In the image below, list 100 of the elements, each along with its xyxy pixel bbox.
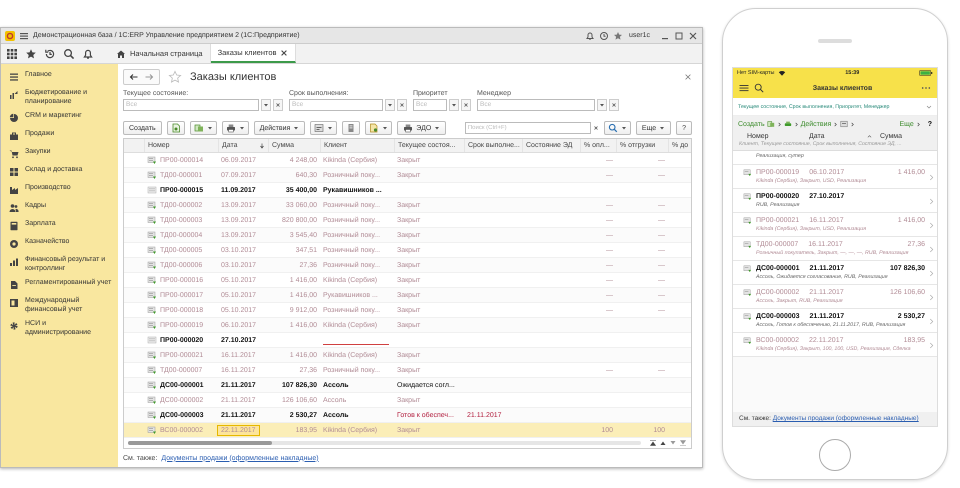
caret-icon <box>293 125 300 132</box>
caret-icon <box>206 125 213 132</box>
star-outline-icon[interactable] <box>168 70 182 84</box>
attach-button[interactable] <box>365 121 392 136</box>
close-icon <box>611 102 617 108</box>
posted-document-icon <box>743 192 752 201</box>
growth-chart-icon <box>9 90 19 100</box>
caret-icon <box>620 125 627 132</box>
calculator-icon <box>9 221 19 231</box>
close-icon[interactable] <box>688 30 698 40</box>
chevron-right-icon <box>929 318 934 326</box>
last-page-icon[interactable] <box>679 439 687 448</box>
caret-icon <box>451 102 457 108</box>
chevron-right-icon <box>776 122 782 126</box>
chevron-right-icon <box>929 246 934 254</box>
history-icon[interactable] <box>44 48 56 60</box>
chevron-right-icon <box>929 174 934 182</box>
clear-button[interactable] <box>609 98 619 111</box>
chevron-right-icon <box>929 294 934 302</box>
navigation-buttons[interactable] <box>123 68 160 85</box>
pie-chart-icon <box>9 113 19 123</box>
copy-button[interactable] <box>166 121 185 136</box>
posted-document-icon <box>743 240 752 249</box>
posted-document-icon <box>743 168 752 177</box>
menu-icon[interactable] <box>19 30 29 40</box>
home-icon <box>116 48 126 58</box>
close-icon <box>275 102 281 108</box>
battery-icon <box>919 70 933 76</box>
chevron-right-icon <box>850 122 856 126</box>
wifi-icon <box>778 69 786 77</box>
posted-document-icon <box>743 216 752 225</box>
forward-arrow-icon[interactable] <box>144 72 154 82</box>
posted-document-icon <box>743 264 752 273</box>
document-icon <box>346 123 356 134</box>
chevron-right-icon <box>929 222 934 230</box>
more-dots-icon[interactable] <box>921 86 931 90</box>
caret-icon <box>434 125 440 132</box>
star-icon[interactable] <box>612 30 623 40</box>
search-icon <box>608 123 618 134</box>
clear-icon[interactable] <box>592 125 599 132</box>
close-icon <box>463 102 469 108</box>
close-icon[interactable] <box>280 48 288 56</box>
chevron-right-icon <box>929 198 934 206</box>
bar-chart-icon <box>9 257 19 267</box>
horizontal-scrollbar[interactable] <box>128 441 641 446</box>
apps-grid-icon[interactable] <box>6 48 18 60</box>
dropdown-button[interactable] <box>261 98 271 111</box>
menu-icon <box>9 72 19 82</box>
print-button[interactable] <box>222 121 249 136</box>
document-icon <box>369 123 380 134</box>
gear-icon <box>9 321 19 331</box>
chevron-right-icon <box>929 342 934 350</box>
report-icon[interactable] <box>840 120 848 128</box>
star-icon[interactable] <box>25 48 37 60</box>
journal-button[interactable] <box>342 121 360 136</box>
first-page-icon[interactable] <box>649 439 657 448</box>
caret-icon <box>327 125 334 132</box>
factory-icon <box>9 185 19 195</box>
back-arrow-icon[interactable] <box>129 72 139 82</box>
chevron-right-icon <box>916 122 921 126</box>
maximize-icon[interactable] <box>674 30 684 40</box>
chevron-down-icon[interactable] <box>926 104 932 110</box>
close-icon <box>399 102 405 108</box>
clock-icon[interactable] <box>598 30 609 40</box>
people-icon <box>9 203 19 213</box>
documents-icon <box>194 123 204 134</box>
bell-icon[interactable] <box>82 48 94 60</box>
close-icon[interactable] <box>684 72 692 81</box>
app-logo-icon <box>5 30 15 40</box>
clear-button[interactable] <box>461 98 471 111</box>
caret-icon <box>599 102 605 108</box>
chevron-right-icon <box>833 122 838 126</box>
bag-icon <box>9 131 19 141</box>
bell-icon[interactable] <box>584 30 595 40</box>
clear-button[interactable] <box>273 98 283 111</box>
search-icon[interactable] <box>754 83 764 93</box>
grid-icon <box>9 167 19 177</box>
clear-button[interactable] <box>397 98 407 111</box>
caret-icon <box>387 102 393 108</box>
report-button[interactable] <box>310 121 338 136</box>
document-icon <box>170 123 181 134</box>
report-icon <box>314 123 324 134</box>
dropdown-button[interactable] <box>597 98 607 111</box>
caret-icon <box>263 102 269 108</box>
cart-icon <box>9 149 19 159</box>
search-icon[interactable] <box>63 48 75 60</box>
dropdown-button[interactable] <box>449 98 459 111</box>
coin-icon <box>9 239 19 249</box>
caret-icon <box>238 125 245 132</box>
page-up-icon[interactable] <box>659 439 667 448</box>
page-title: Заказы клиентов <box>190 70 276 83</box>
dropdown-button[interactable] <box>385 98 395 111</box>
menu-icon[interactable] <box>739 83 749 93</box>
search-button[interactable] <box>604 121 631 136</box>
documents-icon[interactable] <box>766 120 775 128</box>
create-based-button[interactable] <box>190 121 217 136</box>
posted-document-icon <box>743 312 752 321</box>
caret-icon <box>659 125 666 132</box>
chevron-right-icon <box>929 270 934 278</box>
caret-icon <box>382 125 388 132</box>
